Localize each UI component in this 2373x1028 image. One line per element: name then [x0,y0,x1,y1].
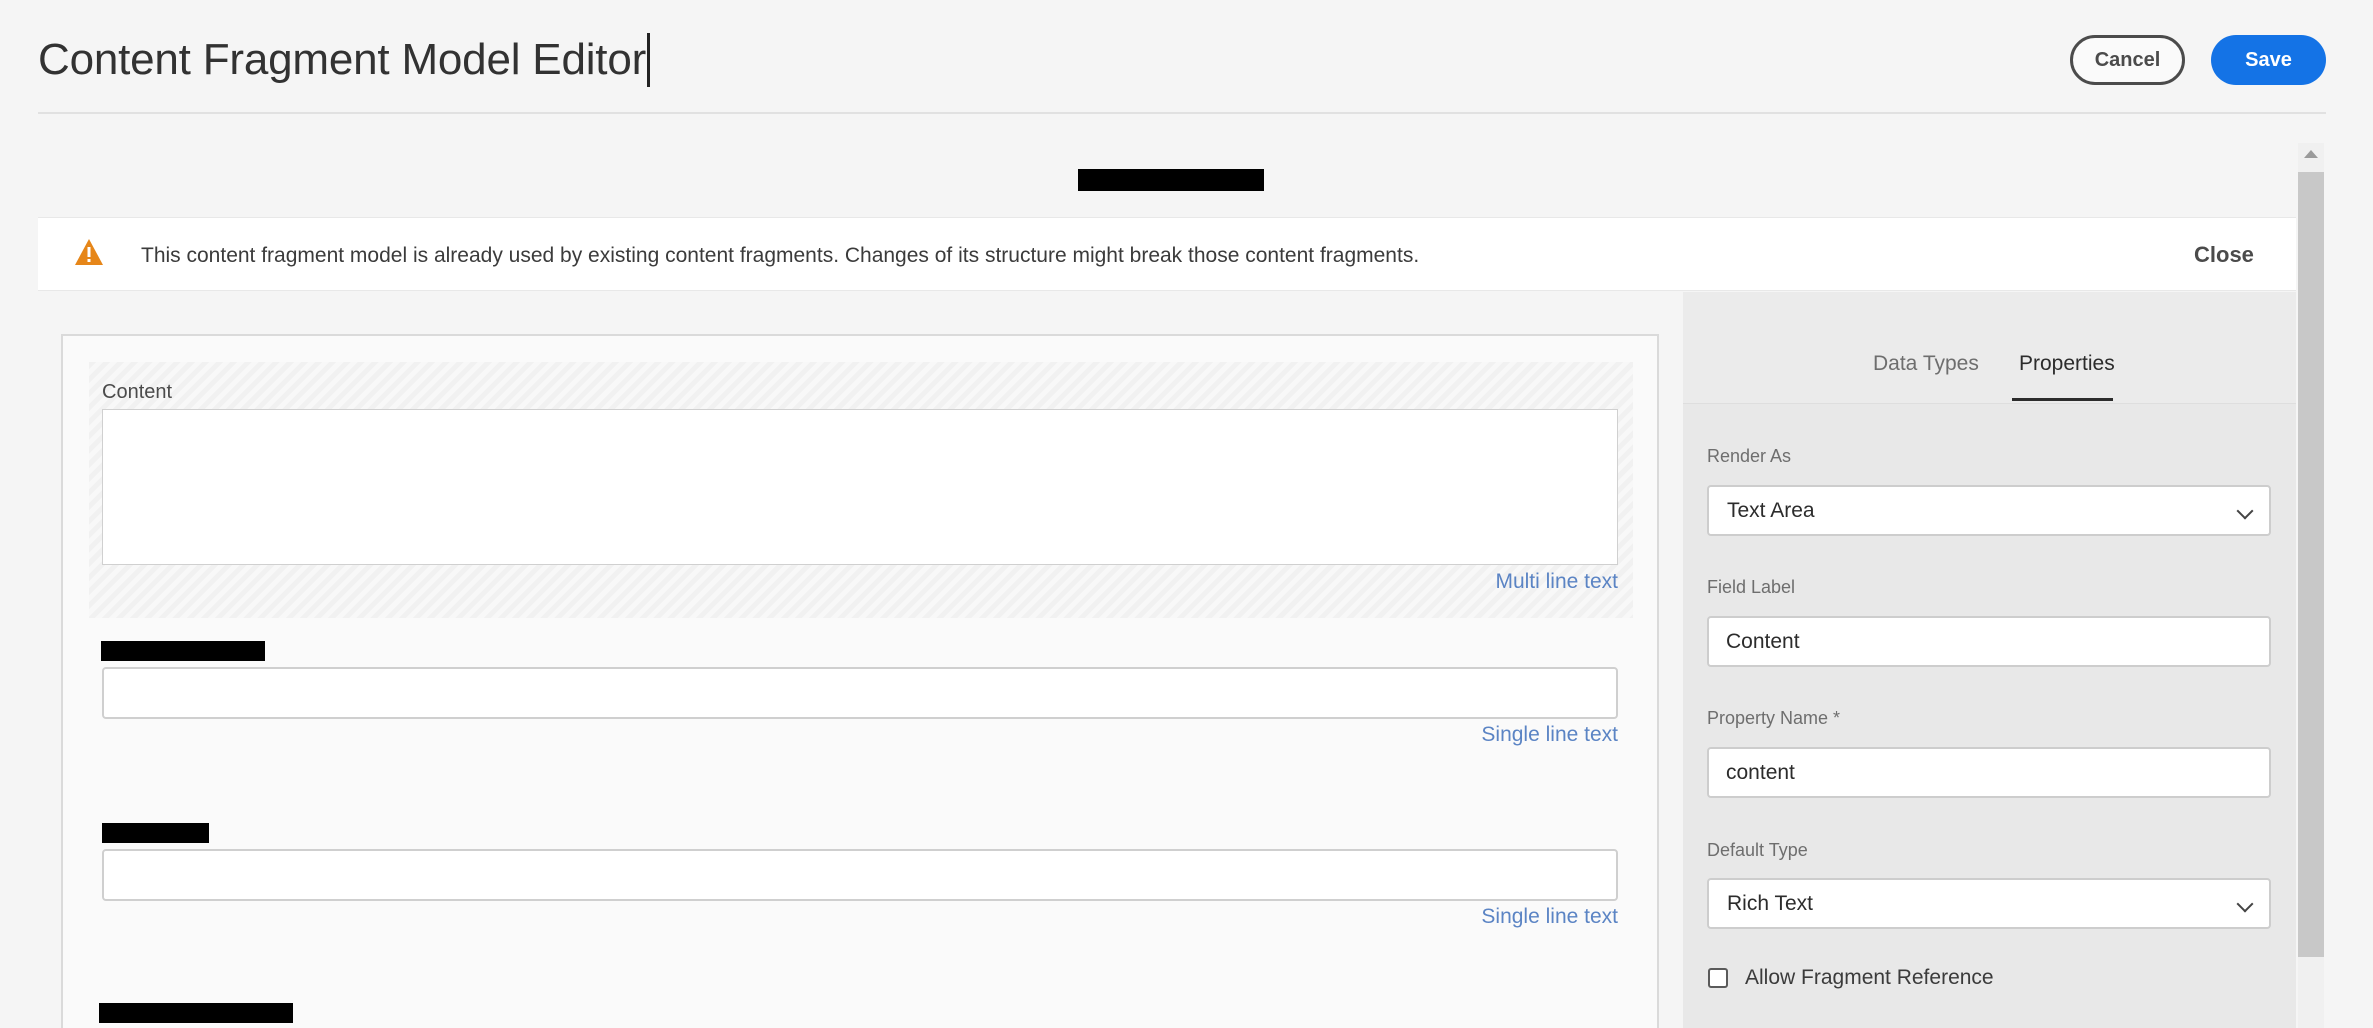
single-line-input[interactable] [102,849,1618,901]
field-label-redacted [99,1003,293,1023]
default-type-label: Default Type [1707,840,1808,860]
scroll-up-arrow-icon[interactable] [2304,150,2318,158]
panel-tabs [1683,292,2296,404]
field-label-redacted [102,823,209,843]
allow-fragment-reference-label: Allow Fragment Reference [1745,966,1994,989]
alert-close-button[interactable]: Close [2194,242,2254,268]
property-name-label: Property Name * [1707,708,1841,728]
field-label-redacted [101,641,265,661]
chevron-down-icon [2236,502,2254,520]
default-type-value: Rich Text [1727,891,1813,915]
field-type-hint: Multi line text [1495,570,1618,593]
alert-triangle-icon [75,239,103,265]
default-type-select[interactable]: Rich Text [1707,878,2271,929]
header-divider [38,112,2326,114]
allow-fragment-reference-checkbox[interactable] [1708,968,1728,988]
active-tab-indicator [2012,398,2113,401]
property-name-input[interactable]: content [1707,747,2271,798]
render-as-label: Render As [1707,446,1792,466]
save-button[interactable]: Save [2211,35,2326,85]
cancel-button[interactable]: Cancel [2070,35,2185,85]
single-line-input[interactable] [102,667,1618,719]
page-title[interactable]: Content Fragment Model Editor [38,30,651,90]
tab-data-types[interactable]: Data Types [1873,352,1979,376]
page-title-text: Content Fragment Model Editor [38,35,647,84]
field-label-label: Field Label [1707,577,1796,597]
model-name-redacted [1078,169,1264,191]
chevron-down-icon [2236,895,2254,913]
text-caret [647,33,651,87]
render-as-select[interactable]: Text Area [1707,485,2271,536]
allow-fragment-reference-row[interactable]: Allow Fragment Reference [1708,966,1994,990]
field-label-input[interactable]: Content [1707,616,2271,667]
tab-properties[interactable]: Properties [2019,352,2115,376]
field-type-hint: Single line text [1481,723,1618,746]
field-type-hint: Single line text [1481,905,1618,928]
property-name-value: content [1726,760,1795,784]
scrollbar-thumb[interactable] [2298,172,2324,957]
content-textarea[interactable] [102,409,1618,565]
render-as-value: Text Area [1727,498,1815,522]
warning-alert: This content fragment model is already u… [38,217,2296,291]
field-label-content: Content [102,381,173,403]
field-label-value: Content [1726,629,1800,653]
alert-message: This content fragment model is already u… [141,244,1420,267]
